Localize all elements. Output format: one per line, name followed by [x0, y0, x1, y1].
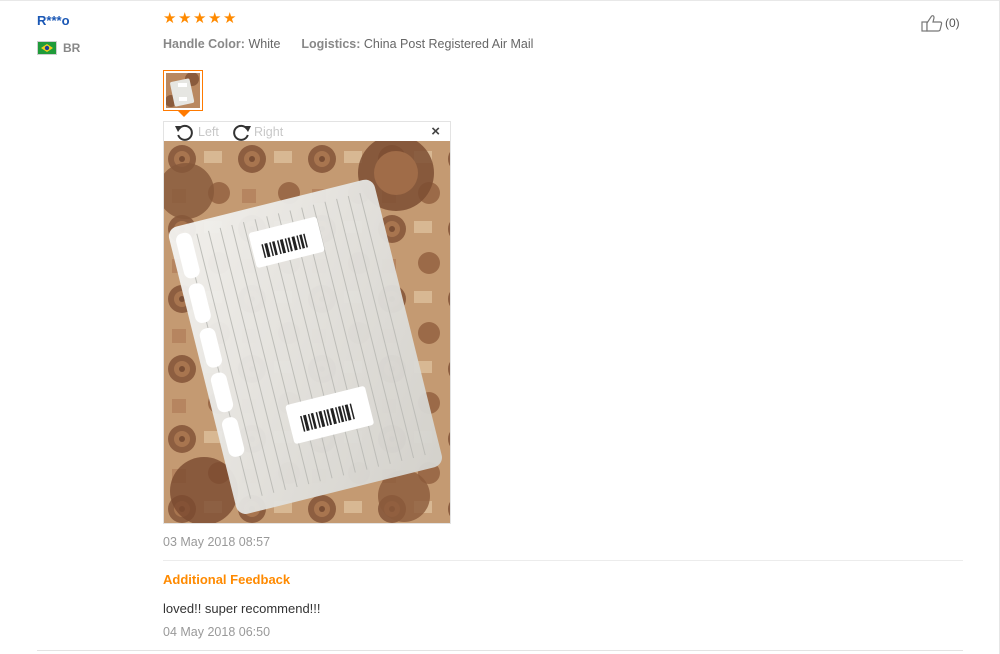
- rating-stars: ★ ★ ★ ★ ★: [163, 10, 237, 27]
- additional-feedback-title: Additional Feedback: [163, 572, 291, 587]
- attribute-key: Handle Color:: [163, 37, 245, 51]
- attribute-key: Logistics:: [301, 37, 361, 51]
- review-divider: [37, 650, 963, 651]
- product-attributes: Handle Color: White Logistics: China Pos…: [163, 37, 533, 51]
- rotate-left-icon: [175, 124, 193, 141]
- section-divider: [163, 560, 963, 561]
- top-divider: [0, 0, 1000, 1]
- review-photo: [164, 141, 450, 523]
- rotate-right-button[interactable]: Right: [230, 123, 283, 141]
- image-viewer-toolbar: Left Right ×: [164, 122, 450, 142]
- image-viewer: Left Right ×: [163, 121, 451, 524]
- star-icon: ★: [193, 10, 207, 27]
- star-icon: ★: [223, 10, 237, 27]
- helpful-button[interactable]: (0): [921, 14, 960, 32]
- additional-feedback-date: 04 May 2018 06:50: [163, 625, 271, 639]
- attribute-value: White: [248, 37, 281, 51]
- star-icon: ★: [178, 10, 192, 27]
- star-icon: ★: [208, 10, 222, 27]
- thumbnail-pointer: [178, 111, 190, 117]
- helpful-count: (0): [945, 16, 960, 30]
- close-icon[interactable]: ×: [431, 124, 440, 140]
- reviewer-country: BR: [37, 40, 80, 56]
- reviewer-name[interactable]: R***o: [37, 13, 70, 28]
- star-icon: ★: [163, 10, 177, 27]
- rotate-right-label: Right: [254, 125, 284, 139]
- additional-feedback-text: loved!! super recommend!!!: [163, 601, 321, 616]
- rotate-left-button[interactable]: Left: [174, 123, 219, 141]
- rotate-right-icon: [233, 124, 251, 141]
- attribute-value: China Post Registered Air Mail: [363, 37, 534, 51]
- brazil-flag-icon: [37, 41, 57, 55]
- review-image-thumbnail[interactable]: [163, 70, 203, 111]
- review-date: 03 May 2018 08:57: [163, 535, 271, 549]
- rotate-left-label: Left: [198, 125, 219, 139]
- country-code: BR: [63, 41, 81, 55]
- thumbs-up-icon: [921, 15, 943, 32]
